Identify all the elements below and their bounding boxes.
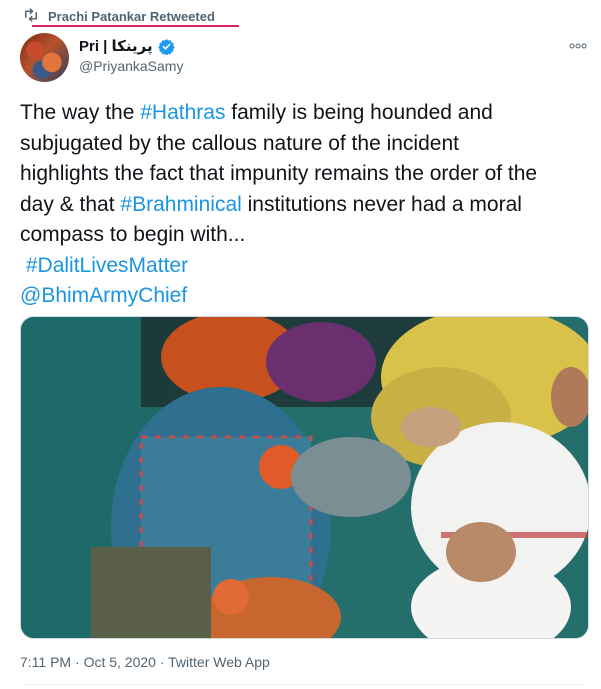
tweet-source[interactable]: Twitter Web App xyxy=(168,654,270,670)
tweet-text-line: subjugated by the callous nature of the … xyxy=(20,131,459,155)
avatar[interactable] xyxy=(20,33,69,82)
tweet-text-line: highlights the fact that impunity remain… xyxy=(20,162,538,185)
tweet-text-segment: day & that xyxy=(20,192,121,216)
hashtag-brahminical[interactable]: #Brahminical xyxy=(120,193,241,216)
tweet-text: The way the #Hathras family is being hou… xyxy=(20,98,586,312)
hashtag-hathras[interactable]: #Hathras xyxy=(140,101,225,124)
tweet-time[interactable]: 7:11 PM xyxy=(20,654,71,670)
divider xyxy=(20,684,587,685)
verified-badge-icon xyxy=(157,38,175,55)
tweet-meta: 7:11 PM · Oct 5, 2020 · Twitter Web App xyxy=(20,654,270,670)
retweet-icon xyxy=(22,6,40,27)
meta-separator: · xyxy=(155,654,169,670)
tweet-text-segment: family is being hounded and xyxy=(225,101,493,124)
tweet-text-line: compass to begin with... xyxy=(20,223,246,246)
author-block[interactable]: Pri | پرینکا @PriyankaSamy xyxy=(79,37,183,74)
author-name[interactable]: Pri | پرینکا xyxy=(79,37,153,55)
tweet-date[interactable]: Oct 5, 2020 xyxy=(84,654,156,670)
tweet-text-segment: institutions never had a moral xyxy=(241,192,522,216)
more-options-icon[interactable] xyxy=(569,36,587,54)
mention-bhimarmychief[interactable]: @BhimArmyChief xyxy=(20,284,187,307)
photo-content xyxy=(21,317,588,638)
hashtag-dalitlivesmatter[interactable]: #DalitLivesMatter xyxy=(26,254,188,277)
meta-separator: · xyxy=(71,654,84,670)
author-handle[interactable]: @PriyankaSamy xyxy=(79,58,183,74)
retweet-underline xyxy=(32,25,239,27)
tweet-text-segment: The way the xyxy=(20,101,141,124)
tweet-photo[interactable] xyxy=(20,316,589,639)
retweeted-by-label[interactable]: Prachi Patankar Retweeted xyxy=(48,9,215,24)
retweet-context[interactable]: Prachi Patankar Retweeted xyxy=(22,6,215,26)
